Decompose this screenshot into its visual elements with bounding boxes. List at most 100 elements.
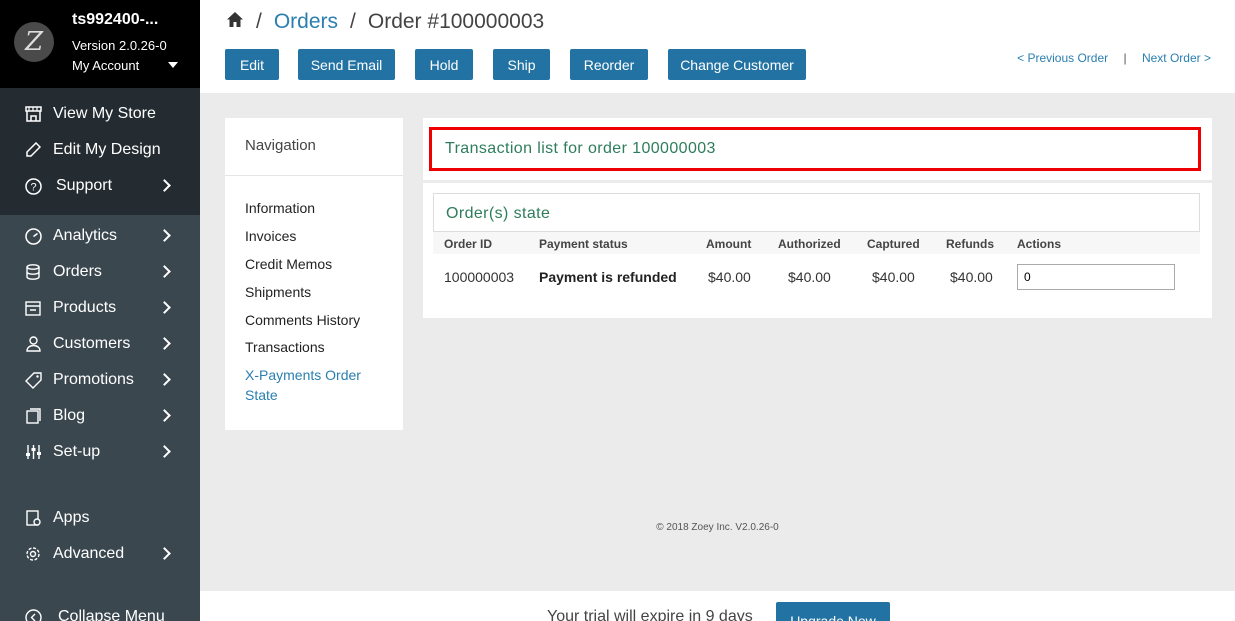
sidebar-item-set-up[interactable]: Set-up xyxy=(0,434,200,470)
nav-link-transactions[interactable]: Transactions xyxy=(245,337,325,357)
sidebar-item-advanced[interactable]: Advanced xyxy=(0,536,200,572)
navigation-title: Navigation xyxy=(245,137,316,154)
trial-message: Your trial will expire in 9 days xyxy=(547,608,753,621)
sliders-icon xyxy=(24,443,42,461)
nav-link-credit-memos[interactable]: Credit Memos xyxy=(245,254,332,274)
cell-amount: $40.00 xyxy=(708,269,751,285)
cell-captured: $40.00 xyxy=(872,269,915,285)
sidebar-item-view-my-store[interactable]: View My Store xyxy=(0,96,200,132)
cell-payment-status: Payment is refunded xyxy=(539,269,677,285)
sidebar-item-label: Analytics xyxy=(53,227,118,244)
ship-button[interactable]: Ship xyxy=(493,49,550,80)
breadcrumb-separator: / xyxy=(350,10,356,33)
sidebar-item-collapse-menu[interactable]: Collapse Menu xyxy=(0,599,200,621)
chevron-right-icon xyxy=(158,547,171,560)
column-header-amount: Amount xyxy=(706,237,752,251)
upgrade-now-button[interactable]: Upgrade Now xyxy=(776,602,890,621)
nav-link-shipments[interactable]: Shipments xyxy=(245,282,311,302)
order-navigation-panel: Navigation Information Invoices Credit M… xyxy=(225,118,403,430)
sidebar-item-label: Products xyxy=(53,299,117,316)
trial-banner: Your trial will expire in 9 days Upgrade… xyxy=(200,591,1235,621)
order-state-header: Order(s) state xyxy=(433,193,1200,232)
order-state-panel: Order(s) state Order ID Payment status A… xyxy=(423,183,1212,318)
my-account-menu[interactable]: My Account xyxy=(72,58,139,73)
sidebar-item-label: Promotions xyxy=(53,371,134,388)
column-header-captured: Captured xyxy=(867,237,920,251)
order-pager: < Previous Order | Next Order > xyxy=(1017,51,1211,65)
help-circle-icon: ? xyxy=(24,177,42,195)
column-header-authorized: Authorized xyxy=(778,237,841,251)
chevron-right-icon xyxy=(158,179,171,192)
apps-icon xyxy=(24,509,42,527)
chevron-right-icon xyxy=(158,265,171,278)
column-header-order-id: Order ID xyxy=(444,237,493,251)
store-name: ts992400-... xyxy=(72,11,159,28)
change-customer-button[interactable]: Change Customer xyxy=(668,49,806,80)
sidebar-item-label: Edit My Design xyxy=(53,141,161,158)
action-amount-input[interactable] xyxy=(1017,264,1175,290)
pencil-icon xyxy=(24,141,42,159)
version-label: Version 2.0.26-0 xyxy=(72,38,167,53)
sidebar-item-label: Apps xyxy=(53,509,90,526)
send-email-button[interactable]: Send Email xyxy=(298,49,395,80)
sidebar-item-analytics[interactable]: Analytics xyxy=(0,218,200,254)
cell-refunds: $40.00 xyxy=(950,269,993,285)
sidebar-item-label: Advanced xyxy=(53,545,125,562)
sidebar-item-label: Customers xyxy=(53,335,131,352)
chevron-right-icon xyxy=(158,229,171,242)
sidebar-item-label: View My Store xyxy=(53,105,156,122)
breadcrumb-orders-link[interactable]: Orders xyxy=(274,10,338,34)
page-header: / Orders / Order #100000003 Edit Send Em… xyxy=(200,0,1235,93)
nav-link-comments-history[interactable]: Comments History xyxy=(245,310,360,330)
breadcrumb: / Orders / Order #100000003 xyxy=(226,10,544,34)
sidebar-item-promotions[interactable]: Promotions xyxy=(0,362,200,398)
sidebar-item-products[interactable]: Products xyxy=(0,290,200,326)
nav-link-x-payments-order-state[interactable]: X-Payments Order State xyxy=(245,365,375,405)
column-header-actions: Actions xyxy=(1017,237,1062,251)
sidebar-item-edit-my-design[interactable]: Edit My Design xyxy=(0,132,200,168)
column-header-payment-status: Payment status xyxy=(539,237,628,251)
caret-down-icon[interactable] xyxy=(168,62,178,68)
chevron-right-icon xyxy=(158,445,171,458)
cell-authorized: $40.00 xyxy=(788,269,831,285)
sidebar-item-blog[interactable]: Blog xyxy=(0,398,200,434)
account-header: Z ts992400-... Version 2.0.26-0 My Accou… xyxy=(0,0,200,88)
edit-button[interactable]: Edit xyxy=(225,49,279,80)
sidebar-item-label: Set-up xyxy=(53,443,101,460)
sidebar-item-orders[interactable]: Orders xyxy=(0,254,200,290)
column-header-refunds: Refunds xyxy=(946,237,994,251)
sidebar-item-customers[interactable]: Customers xyxy=(0,326,200,362)
order-state-title: Order(s) state xyxy=(446,205,551,222)
page-title: Order #100000003 xyxy=(367,10,545,33)
reorder-button[interactable]: Reorder xyxy=(570,49,648,80)
home-icon[interactable] xyxy=(226,10,244,34)
nav-link-information[interactable]: Information xyxy=(245,198,315,218)
sidebar-item-label: Blog xyxy=(53,407,86,424)
chevron-right-icon xyxy=(158,337,171,350)
chevron-right-icon xyxy=(158,301,171,314)
database-icon xyxy=(24,263,42,281)
store-icon xyxy=(24,105,42,123)
previous-order-link[interactable]: < Previous Order xyxy=(1017,51,1108,65)
book-icon xyxy=(24,407,42,425)
sidebar-item-label: Orders xyxy=(53,263,102,280)
chevron-right-icon xyxy=(158,409,171,422)
svg-text:?: ? xyxy=(30,181,36,193)
cell-order-id: 100000003 xyxy=(444,269,515,285)
highlight-box xyxy=(429,127,1201,171)
sidebar-item-support[interactable]: ? Support xyxy=(0,168,200,204)
divider xyxy=(225,175,403,176)
copyright-footer: © 2018 Zoey Inc. V2.0.26-0 xyxy=(656,522,779,533)
sidebar-item-apps[interactable]: Apps xyxy=(0,500,200,536)
sidebar-item-label: Collapse Menu xyxy=(58,608,165,621)
next-order-link[interactable]: Next Order > xyxy=(1142,51,1211,65)
tag-icon xyxy=(24,371,42,389)
gauge-icon xyxy=(24,227,42,245)
pager-divider: | xyxy=(1123,51,1127,65)
hold-button[interactable]: Hold xyxy=(415,49,473,80)
breadcrumb-separator: / xyxy=(256,10,262,33)
gear-icon xyxy=(24,545,42,563)
box-icon xyxy=(24,299,42,317)
zoey-logo: Z xyxy=(14,22,54,62)
nav-link-invoices[interactable]: Invoices xyxy=(245,226,296,246)
